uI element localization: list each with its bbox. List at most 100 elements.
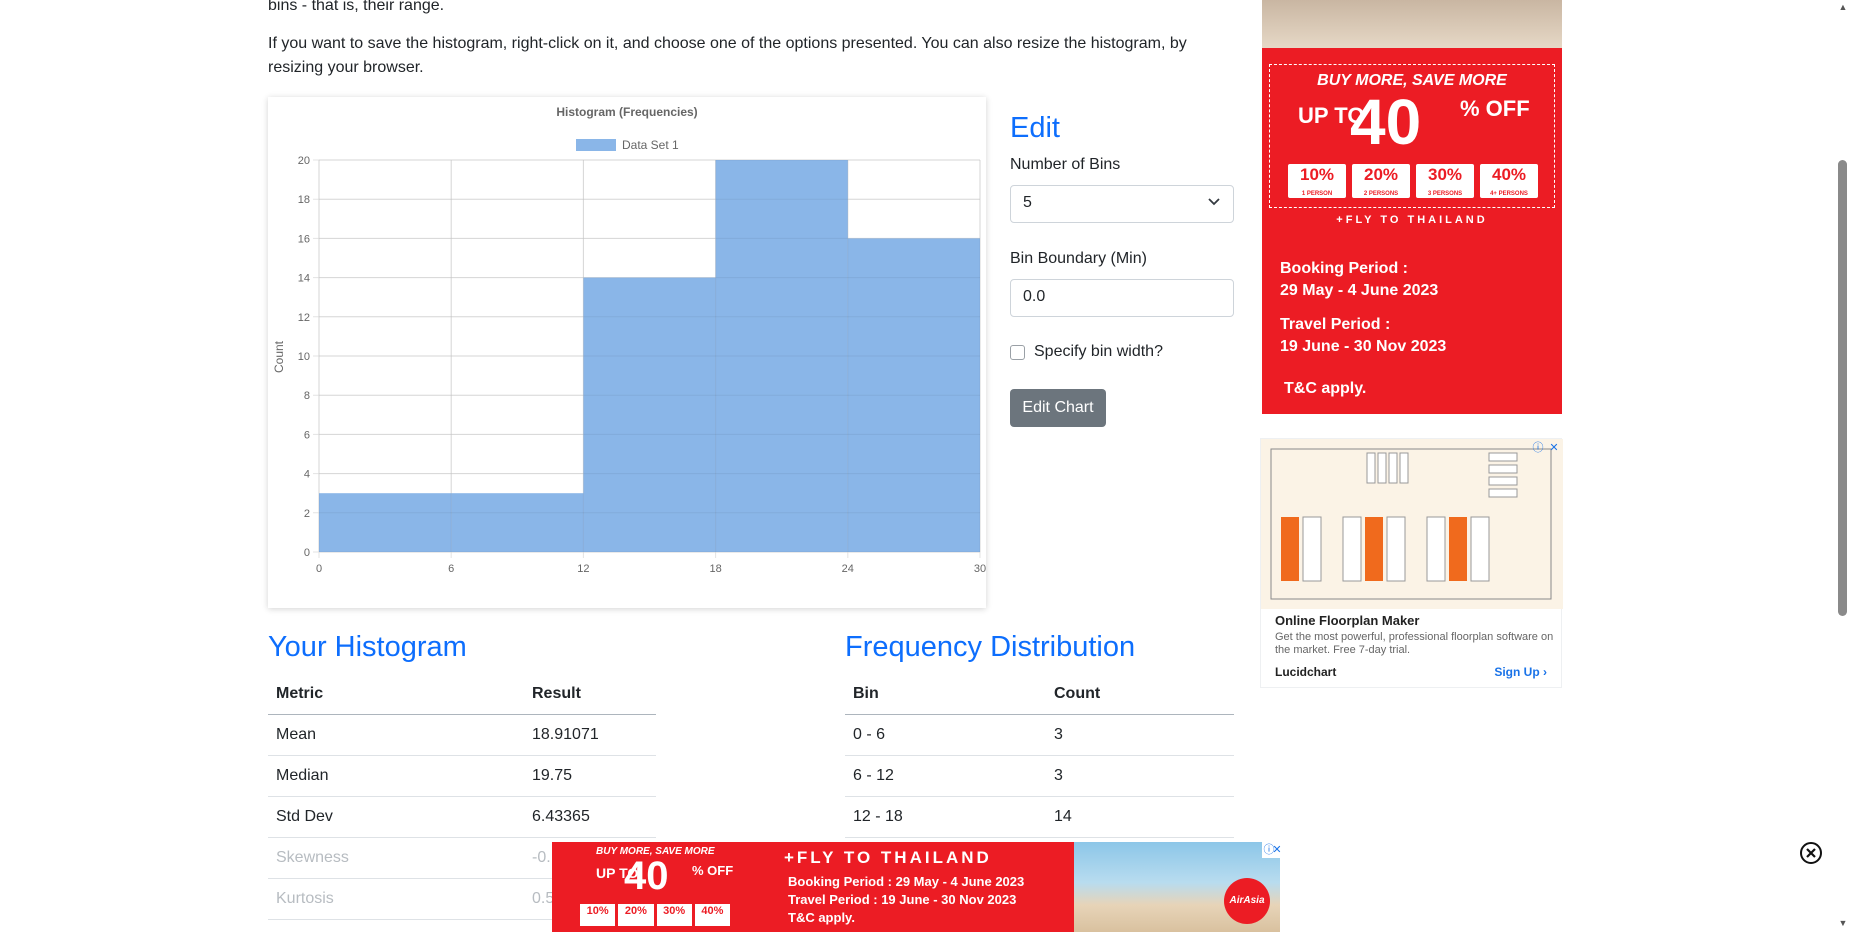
bin-count: 14 [1046, 796, 1234, 838]
ad-travel-dates: 19 June - 30 Nov 2023 [1280, 338, 1447, 355]
bin-count: 3 [1046, 755, 1234, 797]
your-histogram-heading: Your Histogram [268, 631, 467, 663]
x-tick-label: 24 [842, 563, 854, 575]
floorplan-illustration [1261, 439, 1563, 609]
table-row: Mean 18.91071 [268, 714, 656, 756]
metric-name: Kurtosis [268, 878, 524, 920]
ad-discount-chips: 10% 1 PERSON 20% 2 PERSONS 30% 3 PERSONS 40… [1288, 164, 1538, 198]
y-tick-label: 4 [304, 469, 310, 481]
ad-pct-off-text: % OFF [1460, 96, 1530, 121]
number-of-bins-label: Number of Bins [1010, 156, 1121, 173]
close-icon[interactable]: ✕ [1270, 843, 1284, 857]
y-tick-label: 16 [298, 233, 310, 245]
legend-label: Data Set 1 [622, 138, 679, 152]
intro-save-instructions: If you want to save the histogram, right… [268, 35, 1187, 76]
x-tick-label: 0 [316, 563, 322, 575]
ad-big-number: 40 [624, 854, 669, 898]
ad-tc-text: T&C apply. [788, 910, 855, 925]
chevron-right-icon: › [1543, 665, 1547, 679]
legend-swatch [576, 139, 616, 151]
scroll-up-arrow-icon[interactable]: ▲ [1838, 2, 1848, 12]
x-tick-label: 18 [709, 563, 721, 575]
ad-booking-title: Booking Period : [1280, 260, 1408, 277]
histogram-bar[interactable] [451, 493, 584, 552]
y-tick-label: 2 [304, 508, 310, 520]
scroll-down-arrow-icon[interactable]: ▼ [1838, 918, 1848, 928]
column-header: Count [1046, 674, 1234, 715]
histogram-bar[interactable] [319, 493, 452, 552]
x-tick-label: 6 [448, 563, 454, 575]
column-header: Bin [845, 674, 1046, 715]
close-ad-icon[interactable] [1800, 842, 1822, 864]
metric-value: 6.43365 [524, 796, 656, 838]
y-tick-label: 8 [304, 390, 310, 402]
airasia-side-ad[interactable]: BUY MORE, SAVE MORE UP TO 40 % OFF 10% 1 … [1262, 0, 1562, 414]
metric-name: Median [268, 755, 524, 797]
bin-boundary-input[interactable]: 0.0 [1010, 279, 1234, 317]
metric-value: 18.91071 [524, 714, 656, 756]
column-header: Metric [268, 674, 524, 715]
discount-chip: 20% 2 PERSONS [1352, 164, 1410, 198]
chart-title: Histogram (Frequencies) [556, 105, 697, 119]
ad-discount-chips: 10% 20% 30% 40% [580, 904, 730, 926]
ad-fly-text: +FLY TO THAILAND [784, 848, 992, 867]
chart-bars [318, 159, 981, 553]
y-tick-label: 20 [298, 155, 310, 167]
bin-range: 6 - 12 [845, 755, 1046, 797]
table-row: 6 - 12 3 [845, 755, 1234, 797]
edit-chart-button[interactable]: Edit Chart [1010, 389, 1106, 427]
specify-bin-width-label[interactable]: Specify bin width? [1034, 343, 1163, 361]
discount-chip: 30% [656, 904, 692, 926]
table-row: Std Dev 6.43365 [268, 796, 656, 838]
y-tick-label: 10 [298, 351, 310, 363]
discount-chip: 40% [694, 904, 730, 926]
y-tick-label: 12 [298, 312, 310, 324]
table-row: 12 - 18 14 [845, 796, 1234, 838]
metric-value: 19.75 [524, 755, 656, 797]
discount-chip: 10% [580, 904, 616, 926]
sign-up-link[interactable]: Sign Up › [1494, 665, 1547, 679]
bin-count: 3 [1046, 714, 1234, 756]
ad-booking-dates: 29 May - 4 June 2023 [1280, 282, 1439, 299]
ad-big-number: 40 [1350, 86, 1422, 158]
chevron-down-icon [1208, 198, 1220, 206]
discount-chip: 30% 3 PERSONS [1416, 164, 1474, 198]
ad-booking-text: Booking Period : 29 May - 4 June 2023 [788, 874, 1025, 889]
ad-fly-text: +FLY TO THAILAND [1336, 214, 1488, 226]
histogram-chart-card[interactable]: Histogram (Frequencies) Data Set 1 Count… [268, 97, 986, 608]
metric-name: Skewness [268, 837, 524, 879]
histogram-bar[interactable] [583, 277, 716, 552]
frequency-distribution-table: Bin Count 0 - 63 6 - 12 3 12 - 18 14 [845, 674, 1234, 838]
column-header: Result [524, 674, 656, 715]
y-axis-label: Count [272, 340, 286, 373]
ad-travel-text: Travel Period : 19 June - 30 Nov 2023 [788, 892, 1017, 907]
airasia-logo: AirAsia [1224, 878, 1270, 924]
metric-name: Std Dev [268, 796, 524, 838]
discount-chip: 40% 4+ PERSONS [1480, 164, 1538, 198]
y-tick-label: 18 [298, 194, 310, 206]
y-tick-label: 6 [304, 429, 310, 441]
table-row: 0 - 63 [845, 714, 1234, 756]
metric-name: Mean [268, 714, 524, 756]
bin-range: 12 - 18 [845, 796, 1046, 838]
bin-boundary-label: Bin Boundary (Min) [1010, 250, 1147, 267]
airasia-bottom-ad[interactable]: BUY MORE, SAVE MORE UP TO 40 % OFF 10% 2… [552, 842, 1280, 932]
floorplan-ad-title: Online Floorplan Maker [1275, 613, 1420, 628]
ad-tc-text: T&C apply. [1284, 380, 1367, 397]
y-tick-label: 14 [298, 273, 310, 285]
x-tick-label: 30 [974, 563, 986, 575]
ad-controls[interactable]: ⓘ ✕ [1262, 842, 1282, 858]
edit-heading: Edit [1010, 112, 1060, 144]
floorplan-ad-brand: Lucidchart [1275, 665, 1337, 679]
close-icon[interactable]: ✕ [1547, 441, 1561, 455]
specify-bin-width-checkbox[interactable] [1010, 345, 1025, 360]
y-tick-label: 0 [304, 547, 310, 559]
adchoices-icon[interactable]: ⓘ [1531, 441, 1545, 455]
histogram-chart[interactable]: Histogram (Frequencies) Data Set 1 Count… [268, 97, 986, 608]
number-of-bins-value: 5 [1023, 194, 1032, 211]
floorplan-ad[interactable]: ⓘ ✕ Online Floorplan Maker Get the most … [1260, 438, 1563, 688]
number-of-bins-select[interactable]: 5 [1010, 185, 1234, 223]
beach-photo [1262, 0, 1562, 48]
scrollbar-thumb[interactable] [1838, 160, 1847, 616]
ad-travel-title: Travel Period : [1280, 316, 1391, 333]
